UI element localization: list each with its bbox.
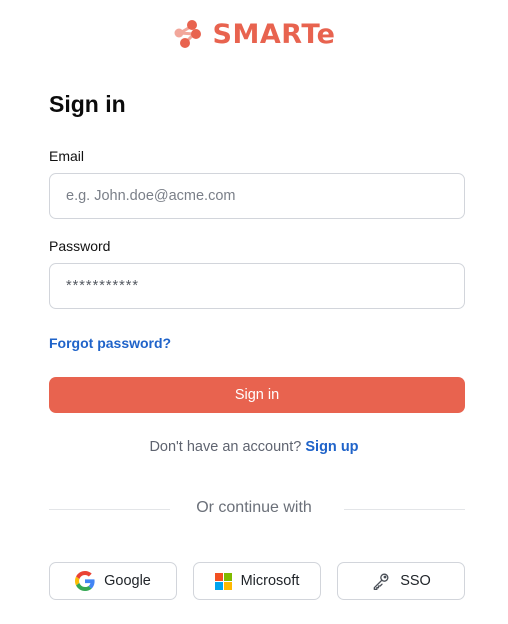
microsoft-icon <box>214 572 232 590</box>
sign-in-button[interactable]: Sign in <box>49 377 465 413</box>
divider-label: Or continue with <box>196 499 312 516</box>
password-field[interactable] <box>49 263 465 309</box>
brand-logo: SMARTe <box>0 14 508 54</box>
forgot-password-link[interactable]: Forgot password? <box>49 335 171 351</box>
page-title: Sign in <box>49 91 126 117</box>
key-icon <box>373 573 389 590</box>
email-field[interactable] <box>49 173 465 219</box>
google-button-label: Google <box>104 573 151 589</box>
microsoft-sign-in-button[interactable]: Microsoft <box>193 562 321 600</box>
google-icon <box>75 571 95 591</box>
sso-button-label: SSO <box>400 573 431 589</box>
signup-prompt-row: Don't have an account? Sign up <box>0 439 508 455</box>
microsoft-button-label: Microsoft <box>240 573 300 589</box>
divider-line-right <box>344 509 465 510</box>
sign-in-page: SMARTe Sign in Email Password Forgot pas… <box>0 0 508 624</box>
connected-dots-logo-icon <box>174 20 201 48</box>
google-sign-in-button[interactable]: Google <box>49 562 177 600</box>
password-label: Password <box>49 238 111 254</box>
signup-prompt-text: Don't have an account? <box>149 439 302 455</box>
brand-name: SMARTe <box>212 18 336 50</box>
email-label: Email <box>49 148 85 164</box>
sso-sign-in-button[interactable]: SSO <box>337 562 465 600</box>
sign-up-link[interactable]: Sign up <box>305 439 358 455</box>
